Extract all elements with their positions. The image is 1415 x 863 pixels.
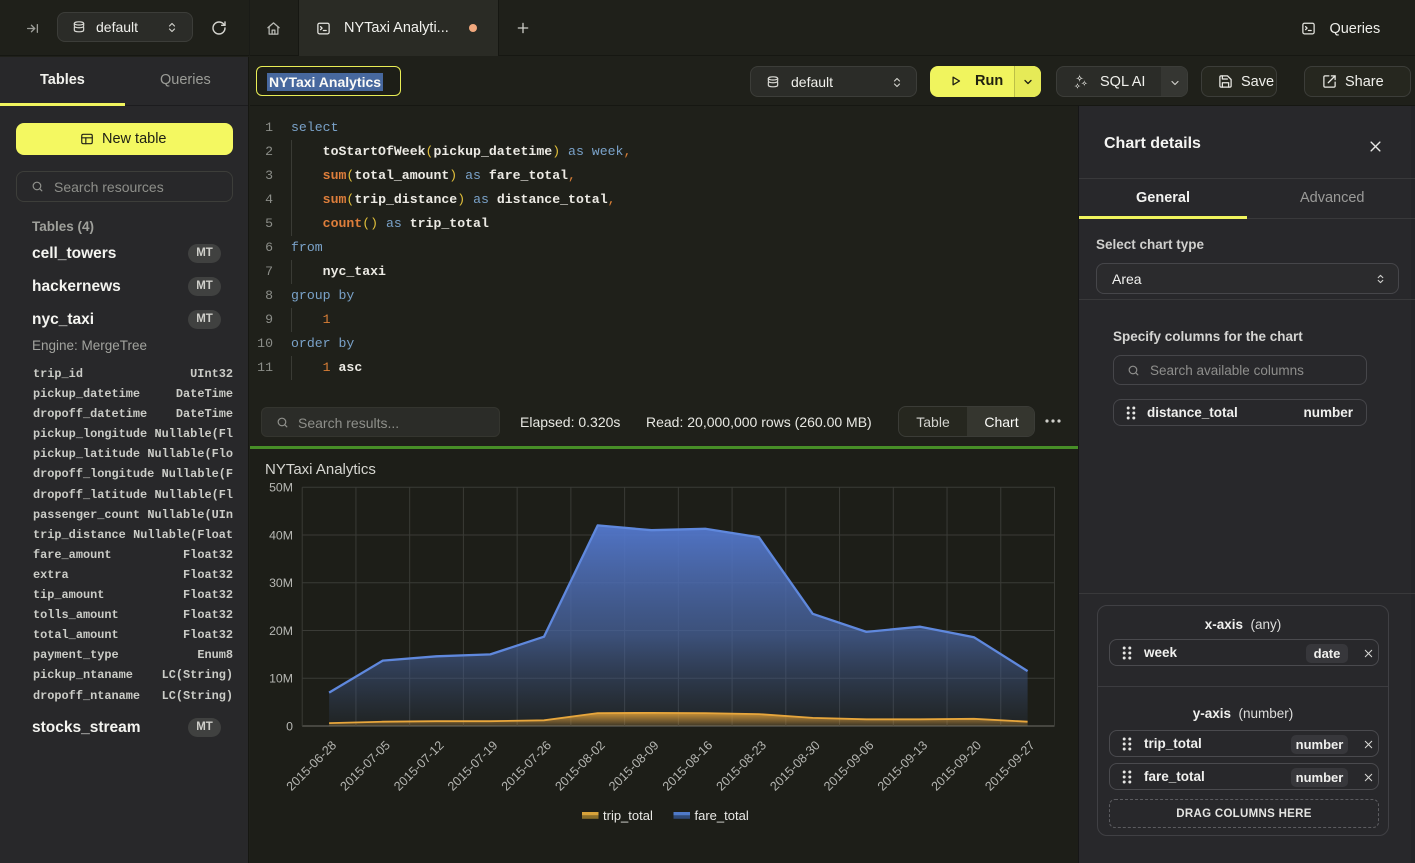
- svg-text:2015-08-02: 2015-08-02: [552, 738, 607, 793]
- svg-text:2015-09-27: 2015-09-27: [982, 738, 1037, 793]
- svg-text:2015-07-19: 2015-07-19: [445, 738, 500, 793]
- svg-text:2015-07-05: 2015-07-05: [337, 738, 392, 793]
- svg-text:30M: 30M: [269, 576, 293, 590]
- svg-text:40M: 40M: [269, 528, 293, 542]
- svg-text:NYTaxi Analytics: NYTaxi Analytics: [265, 461, 376, 478]
- svg-text:0: 0: [286, 720, 293, 734]
- svg-text:2015-06-28: 2015-06-28: [284, 738, 339, 793]
- svg-text:trip_total: trip_total: [603, 808, 653, 823]
- svg-text:fare_total: fare_total: [695, 808, 749, 823]
- svg-text:2015-09-06: 2015-09-06: [821, 738, 876, 793]
- svg-text:2015-07-26: 2015-07-26: [499, 738, 554, 793]
- svg-text:2015-08-23: 2015-08-23: [714, 738, 769, 793]
- svg-text:2015-07-12: 2015-07-12: [391, 738, 446, 793]
- svg-text:2015-09-20: 2015-09-20: [929, 738, 984, 793]
- svg-text:50M: 50M: [269, 481, 293, 495]
- svg-text:2015-08-16: 2015-08-16: [660, 738, 715, 793]
- svg-text:2015-09-13: 2015-09-13: [875, 738, 930, 793]
- svg-text:20M: 20M: [269, 624, 293, 638]
- svg-text:2015-08-09: 2015-08-09: [606, 738, 661, 793]
- svg-text:2015-08-30: 2015-08-30: [767, 738, 822, 793]
- svg-text:10M: 10M: [269, 672, 293, 686]
